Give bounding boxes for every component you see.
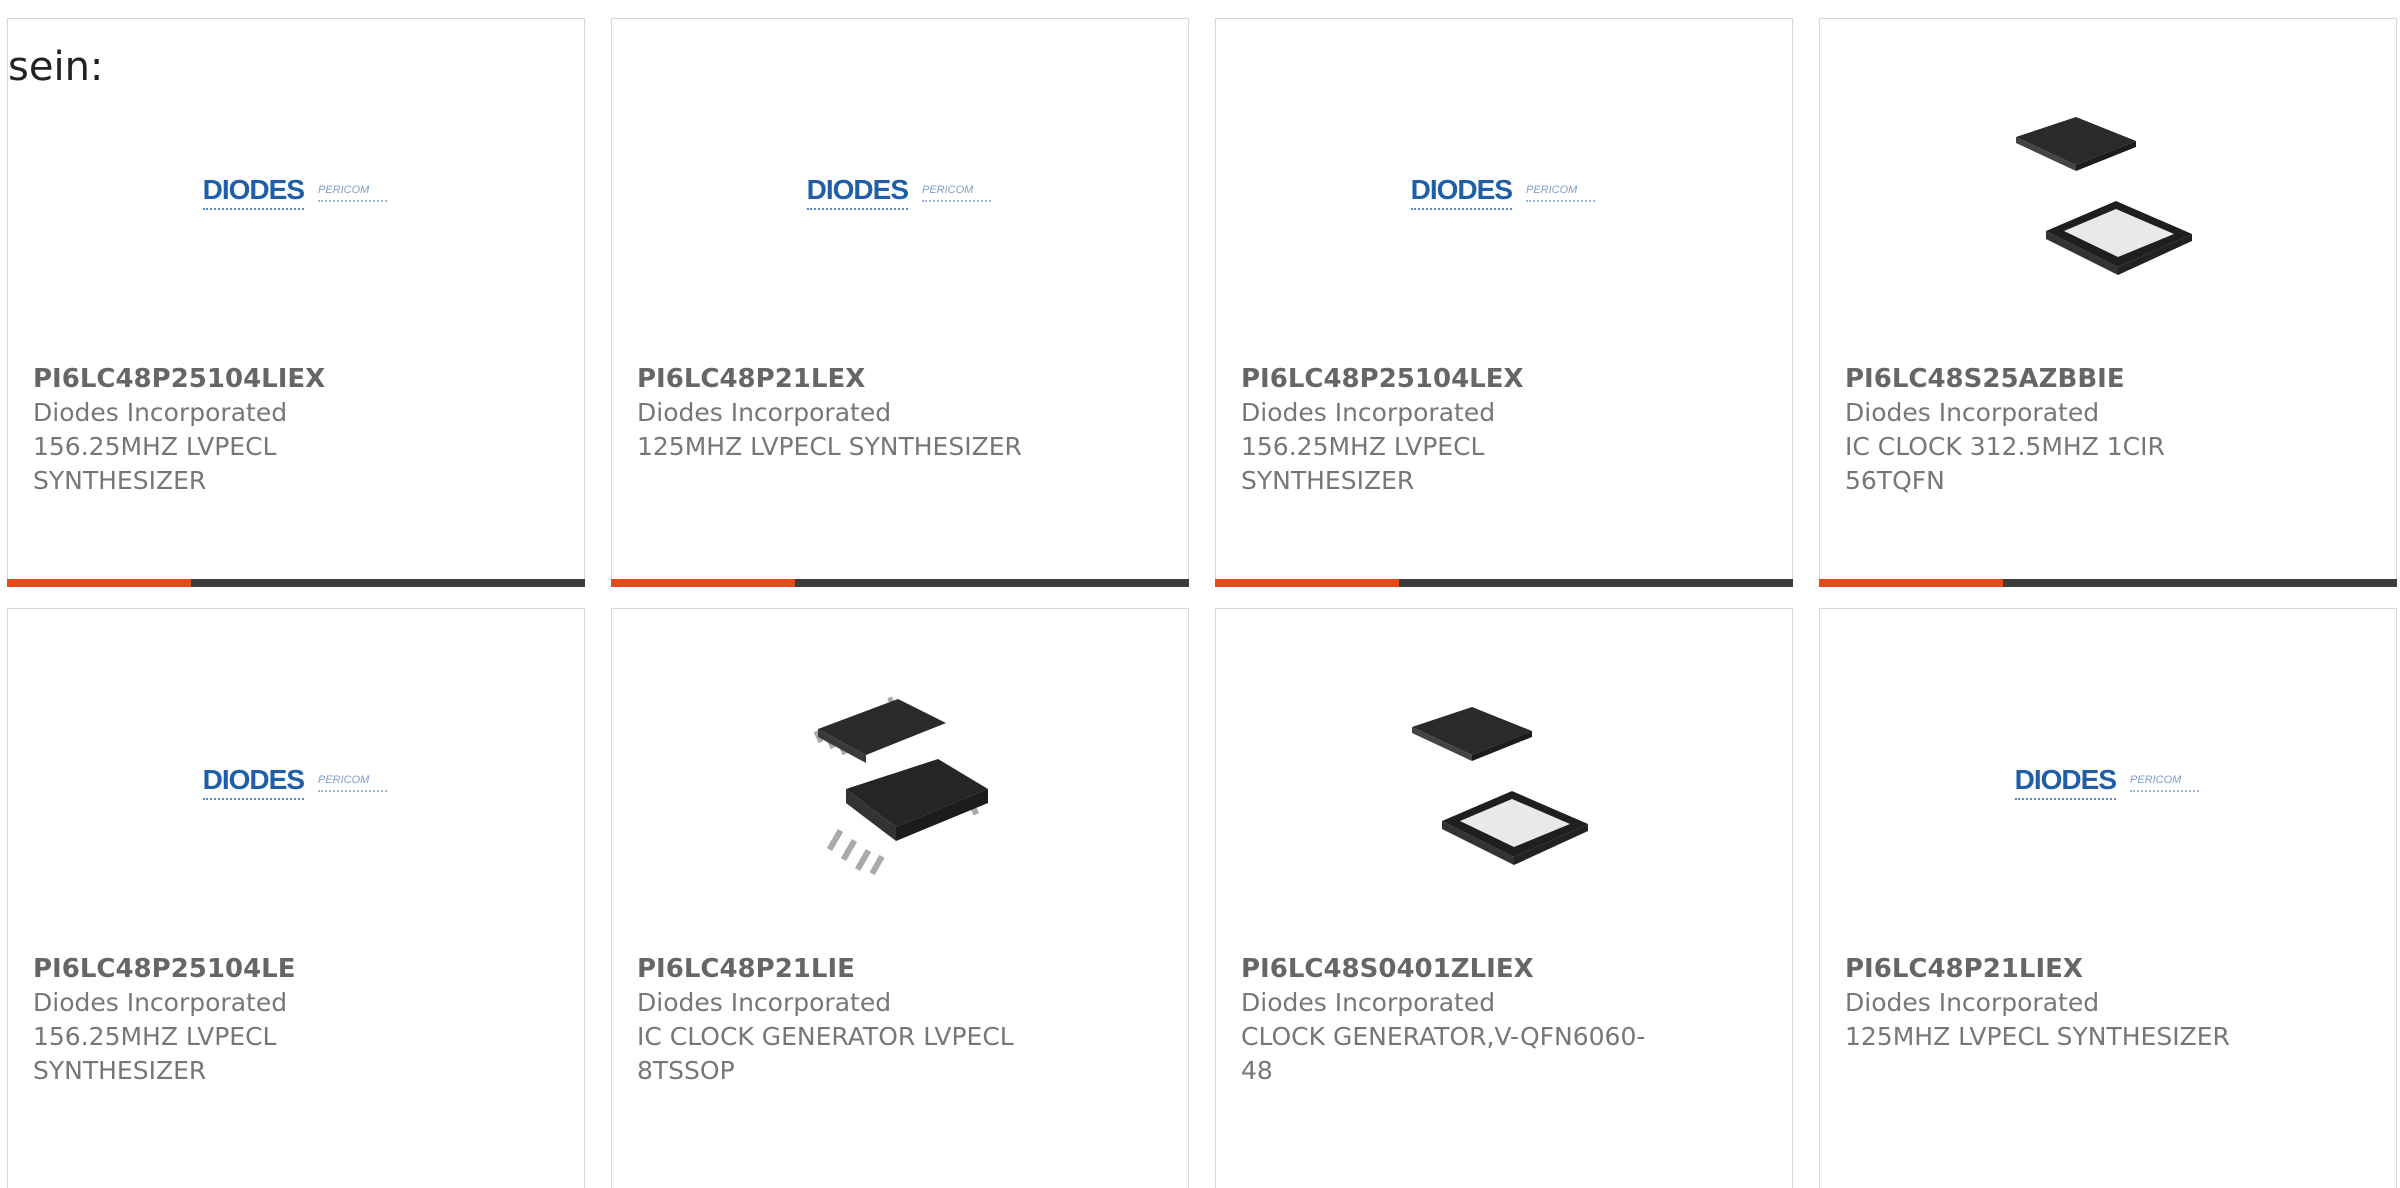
- part-number[interactable]: PI6LC48P21LEX: [637, 362, 1057, 396]
- product-card[interactable]: DIODES PERICOM PI6LC48P25104LIEX Diodes …: [7, 18, 585, 587]
- product-image: DIODES PERICOM: [798, 89, 1000, 291]
- intro-text: sein:: [8, 44, 104, 90]
- manufacturer: Diodes Incorporated: [637, 988, 892, 1017]
- part-number[interactable]: PI6LC48P25104LEX: [1241, 362, 1524, 396]
- qfn-chip-icon: [2016, 117, 2192, 275]
- card-bar-accent: [7, 579, 191, 587]
- product-card[interactable]: PI6LC48S25AZBBIE Diodes Incorporated IC …: [1819, 18, 2397, 587]
- card-bar: [7, 579, 585, 587]
- product-grid: DIODES PERICOM PI6LC48P25104LIEX Diodes …: [0, 0, 2400, 1188]
- manufacturer: Diodes Incorporated: [1241, 398, 1496, 427]
- product-description: CLOCK GENERATOR,V-QFN6060-48: [1241, 1022, 1646, 1085]
- manufacturer: Diodes Incorporated: [1241, 988, 1496, 1017]
- qfn-chip-icon: [1412, 707, 1588, 865]
- tssop-chip-icon: [813, 696, 988, 876]
- product-description: 156.25MHZ LVPECL SYNTHESIZER: [1241, 432, 1485, 495]
- manufacturer: Diodes Incorporated: [33, 988, 288, 1017]
- card-bar: [1215, 579, 1793, 587]
- product-image: DIODES PERICOM: [2006, 679, 2208, 881]
- product-description: IC CLOCK GENERATOR LVPECL 8TSSOP: [637, 1022, 1014, 1085]
- product-image: DIODES PERICOM: [1402, 89, 1604, 291]
- product-card[interactable]: PI6LC48S0401ZLIEX Diodes Incorporated CL…: [1215, 608, 1793, 1188]
- manufacturer: Diodes Incorporated: [637, 398, 892, 427]
- manufacturer: Diodes Incorporated: [1845, 988, 2100, 1017]
- part-number[interactable]: PI6LC48S25AZBBIE: [1845, 362, 2175, 396]
- product-description: 125MHZ LVPECL SYNTHESIZER: [1845, 1022, 2230, 1051]
- product-card[interactable]: DIODES PERICOM PI6LC48P21LIEX Diodes Inc…: [1819, 608, 2397, 1188]
- card-bar: [611, 579, 1189, 587]
- card-bar: [1819, 579, 2397, 587]
- part-number[interactable]: PI6LC48P21LIEX: [1845, 952, 2265, 986]
- card-bar-accent: [1819, 579, 2003, 587]
- diodes-logo-icon: DIODES PERICOM: [2014, 766, 2200, 800]
- card-bar-accent: [1215, 579, 1399, 587]
- part-number[interactable]: PI6LC48P25104LE: [33, 952, 296, 986]
- diodes-logo-icon: DIODES PERICOM: [202, 176, 388, 210]
- product-image: DIODES PERICOM: [194, 89, 396, 291]
- manufacturer: Diodes Incorporated: [33, 398, 288, 427]
- product-card[interactable]: PI6LC48P21LIE Diodes Incorporated IC CLO…: [611, 608, 1189, 1188]
- product-image: [2006, 89, 2208, 291]
- product-description: 156.25MHZ LVPECL SYNTHESIZER: [33, 1022, 277, 1085]
- product-description: 156.25MHZ LVPECL SYNTHESIZER: [33, 432, 277, 495]
- diodes-logo-icon: DIODES PERICOM: [806, 176, 992, 210]
- card-bar-accent: [611, 579, 795, 587]
- product-image: [798, 679, 1000, 881]
- product-card[interactable]: DIODES PERICOM PI6LC48P21LEX Diodes Inco…: [611, 18, 1189, 587]
- product-card[interactable]: DIODES PERICOM PI6LC48P25104LEX Diodes I…: [1215, 18, 1793, 587]
- diodes-logo-icon: DIODES PERICOM: [202, 766, 388, 800]
- part-number[interactable]: PI6LC48P21LIE: [637, 952, 1057, 986]
- product-image: DIODES PERICOM: [194, 679, 396, 881]
- product-description: 125MHZ LVPECL SYNTHESIZER: [637, 432, 1022, 461]
- product-image: [1402, 679, 1604, 881]
- part-number[interactable]: PI6LC48S0401ZLIEX: [1241, 952, 1661, 986]
- product-description: IC CLOCK 312.5MHZ 1CIR 56TQFN: [1845, 432, 2165, 495]
- part-number[interactable]: PI6LC48P25104LIEX: [33, 362, 325, 396]
- product-card[interactable]: DIODES PERICOM PI6LC48P25104LE Diodes In…: [7, 608, 585, 1188]
- diodes-logo-icon: DIODES PERICOM: [1410, 176, 1596, 210]
- manufacturer: Diodes Incorporated: [1845, 398, 2100, 427]
